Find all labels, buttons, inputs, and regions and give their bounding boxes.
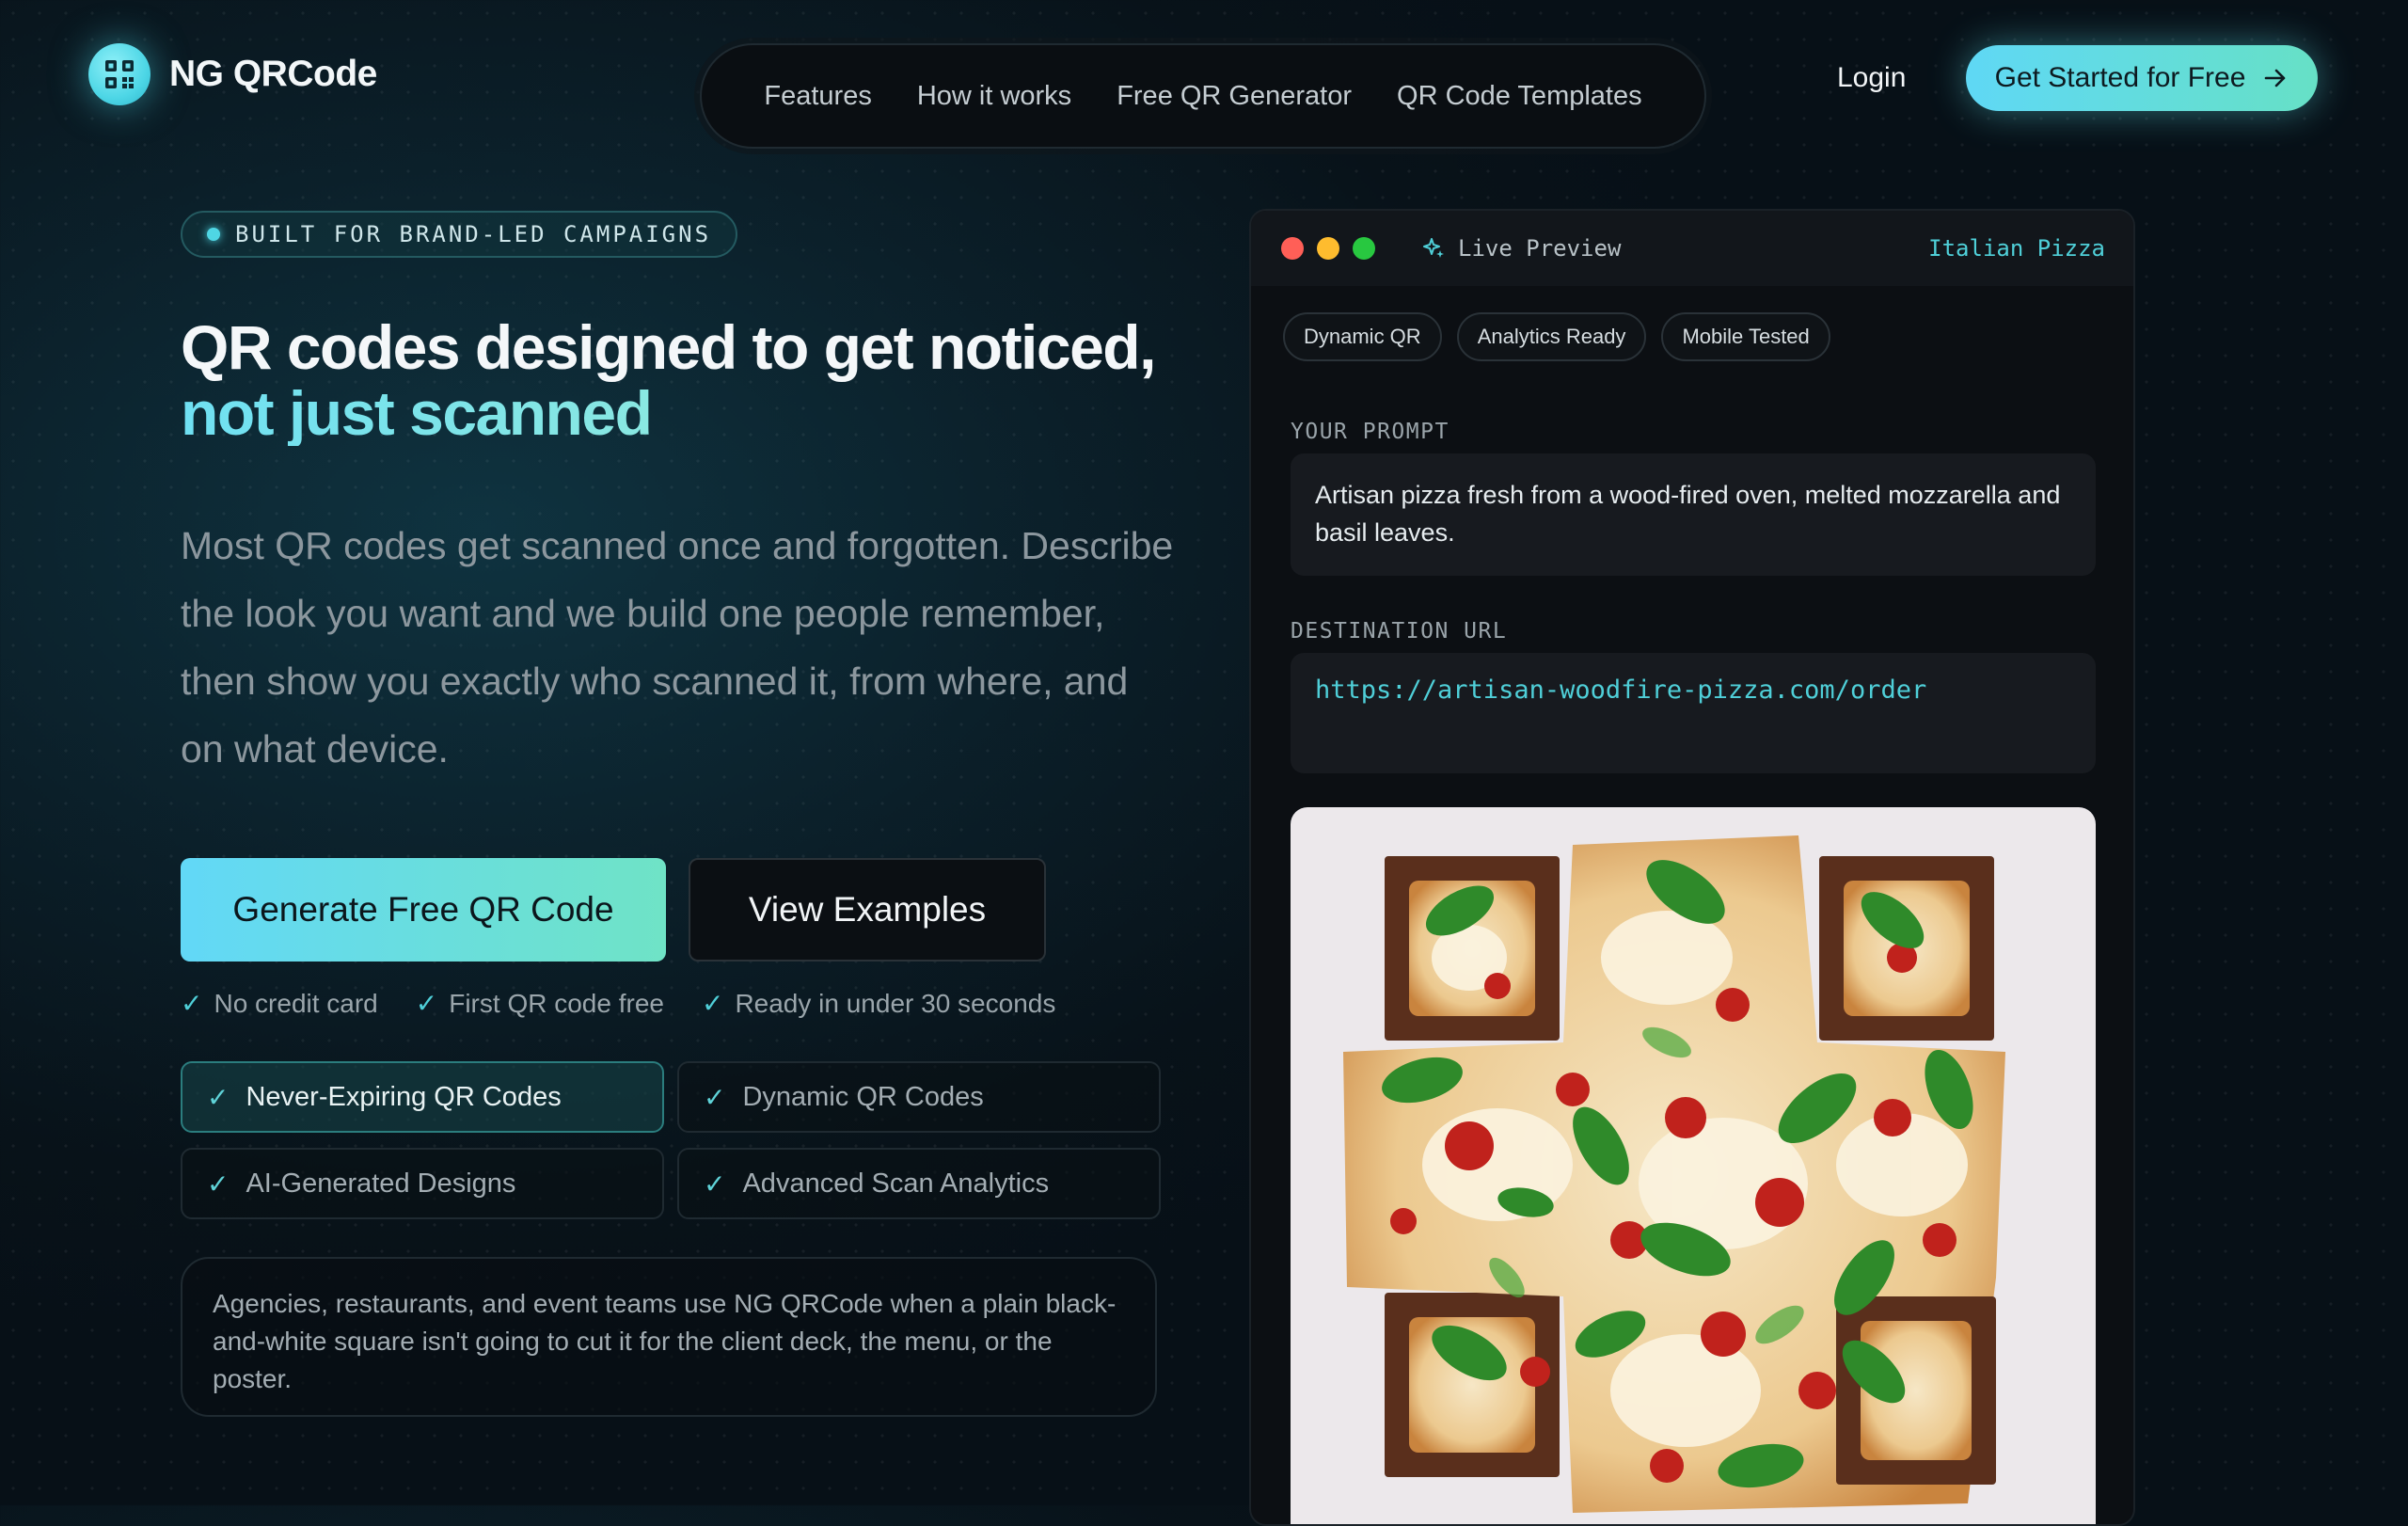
tag-analytics-ready: Analytics Ready [1456, 312, 1647, 361]
check-item: ✓ First QR code free [416, 988, 664, 1019]
maximize-window-icon[interactable] [1353, 237, 1375, 260]
pizza-qr-illustration [1343, 835, 2005, 1513]
nav-item-how-it-works[interactable]: How it works [917, 81, 1071, 112]
login-link[interactable]: Login [1837, 62, 1906, 94]
feature-scan-analytics[interactable]: ✓ Advanced Scan Analytics [677, 1148, 1161, 1219]
view-examples-button[interactable]: View Examples [689, 858, 1046, 962]
feature-dynamic[interactable]: ✓ Dynamic QR Codes [677, 1061, 1161, 1133]
live-preview-window: Live Preview Italian Pizza Dynamic QR An… [1249, 209, 2135, 1526]
check-icon: ✓ [207, 1168, 230, 1199]
check-label: Ready in under 30 seconds [735, 988, 1056, 1018]
prompt-field[interactable]: Artisan pizza fresh from a wood-fired ov… [1291, 453, 2096, 576]
arrow-right-icon [2265, 69, 2286, 87]
badge-dot-icon [207, 228, 220, 241]
check-icon: ✓ [701, 989, 724, 1018]
hero-checklist: ✓ No credit card ✓ First QR code free ✓ … [181, 988, 1055, 1019]
feature-ai-designs[interactable]: ✓ AI-Generated Designs [181, 1148, 664, 1219]
preview-title-text: Live Preview [1458, 235, 1622, 262]
check-label: No credit card [214, 988, 378, 1018]
feature-label: Advanced Scan Analytics [742, 1168, 1050, 1199]
hero-title-line2: not just scanned [181, 380, 1155, 446]
nav-item-features[interactable]: Features [764, 81, 871, 112]
get-started-label: Get Started for Free [1994, 62, 2246, 93]
get-started-button[interactable]: Get Started for Free [1966, 45, 2318, 111]
feature-label: Dynamic QR Codes [742, 1081, 984, 1112]
preview-title: Live Preview [1422, 235, 1621, 262]
tag-dynamic-qr: Dynamic QR [1283, 312, 1442, 361]
check-icon: ✓ [704, 1168, 726, 1199]
template-name[interactable]: Italian Pizza [1928, 235, 2105, 262]
nav-item-qr-code-templates[interactable]: QR Code Templates [1397, 81, 1642, 112]
pizza-qr-code-image [1291, 807, 2096, 1524]
check-icon: ✓ [181, 989, 203, 1018]
hero-badge-label: BUILT FOR BRAND-LED CAMPAIGNS [235, 221, 712, 247]
tag-mobile-tested: Mobile Tested [1661, 312, 1830, 361]
brand-logo[interactable]: NG QRCode [88, 43, 377, 105]
check-icon: ✓ [207, 1082, 230, 1112]
hero-title: QR codes designed to get noticed, not ju… [181, 312, 1156, 446]
hero-badge: BUILT FOR BRAND-LED CAMPAIGNS [181, 211, 738, 258]
prompt-text: Artisan pizza fresh from a wood-fired ov… [1315, 481, 2061, 547]
sparkle-icon [1423, 238, 1444, 258]
feature-label: Never-Expiring QR Codes [246, 1081, 562, 1112]
feature-label: AI-Generated Designs [246, 1168, 516, 1199]
url-label: DESTINATION URL [1291, 619, 1508, 644]
feature-never-expiring[interactable]: ✓ Never-Expiring QR Codes [181, 1061, 664, 1133]
preview-titlebar: Live Preview Italian Pizza [1251, 211, 2133, 286]
prompt-label: YOUR PROMPT [1291, 420, 1450, 444]
preview-tags: Dynamic QR Analytics Ready Mobile Tested [1283, 312, 1830, 361]
minimize-window-icon[interactable] [1317, 237, 1339, 260]
check-item: ✓ No credit card [181, 988, 378, 1019]
destination-url-field[interactable]: https://artisan-woodfire-pizza.com/order [1291, 653, 2096, 773]
hero-title-line1: QR codes designed to get noticed, [181, 312, 1156, 382]
url-text: https://artisan-woodfire-pizza.com/order [1315, 676, 1927, 705]
close-window-icon[interactable] [1281, 237, 1304, 260]
nav-item-free-qr-generator[interactable]: Free QR Generator [1117, 81, 1352, 112]
hero-lead: Most QR codes get scanned once and forgo… [181, 524, 1174, 771]
check-item: ✓ Ready in under 30 seconds [702, 988, 1055, 1019]
check-icon: ✓ [704, 1082, 726, 1112]
testimonial-card: Agencies, restaurants, and event teams u… [181, 1257, 1157, 1417]
generate-free-qr-button[interactable]: Generate Free QR Code [181, 858, 666, 962]
main-nav: Features How it works Free QR Generator … [700, 43, 1706, 149]
check-icon: ✓ [415, 989, 438, 1018]
brand-name: NG QRCode [169, 54, 377, 94]
qr-code-icon [88, 43, 150, 105]
check-label: First QR code free [449, 988, 664, 1018]
